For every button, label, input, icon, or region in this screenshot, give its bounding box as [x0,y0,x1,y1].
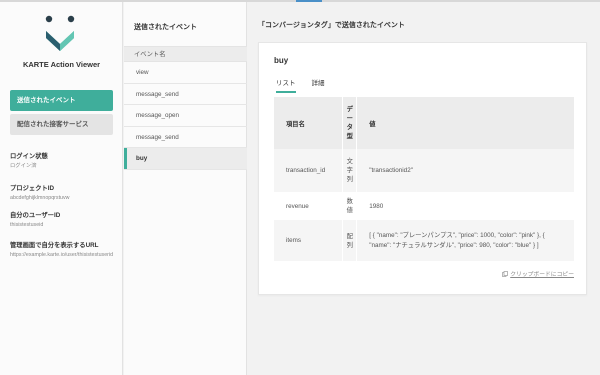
sidebar: KARTE Action Viewer 送信されたイベント 配信された接客サービ… [0,2,123,375]
tabs: リスト 詳細 [276,77,341,93]
cell-type-text: 文字列 [346,158,353,183]
karte-logo-icon [45,15,75,51]
events-panel: 送信されたイベント イベント名 view message_send messag… [124,2,247,375]
events-header: イベント名 [124,46,247,62]
project-id-value: abcdefghijklmnopqrstuvw [10,195,70,201]
event-item[interactable]: view [124,62,247,84]
admin-url: 管理画面で自分を表示するURL https://example.karte.io… [10,240,120,259]
cell-value: [ { "name": "プレーンパンプス", "price": 1000, "… [356,220,575,261]
user-id: 自分のユーザーID thisistestuseid [10,210,120,229]
header-name: 項目名 [274,97,344,149]
cell-name: revenue [274,192,344,220]
tab-detail[interactable]: 詳細 [312,77,325,93]
cell-type: 文字列 [342,149,358,192]
header-type: データ型 [342,97,358,149]
table-header-row: 項目名 データ型 値 [274,97,575,149]
user-id-value: thisistestuseid [10,222,44,228]
top-accent [296,0,322,2]
cell-value: "transactionid2" [356,149,575,192]
event-table: 項目名 データ型 値 transaction_id 文字列 "transacti… [274,97,575,261]
user-id-label: 自分のユーザーID [10,212,61,219]
event-item[interactable]: message_send [124,84,247,105]
tab-list[interactable]: リスト [276,77,296,93]
header-value: 値 [356,97,575,149]
event-item[interactable]: message_open [124,105,247,127]
table-row: transaction_id 文字列 "transactionid2" [274,149,575,192]
events-list: view message_send message_open message_s… [124,62,247,170]
event-detail-card: buy リスト 詳細 項目名 データ型 値 transaction_id 文字列… [258,42,587,295]
events-title: 送信されたイベント [134,24,197,31]
admin-url-value[interactable]: https://example.karte.io/user/thisistest… [10,251,120,259]
cell-name: items [274,220,344,261]
copy-label: クリップボードにコピー [510,272,574,278]
login-status-value: ログイン済 [10,163,37,169]
event-name: buy [274,56,289,65]
login-status: ログイン状態 ログイン済 [10,151,120,170]
event-item-selected[interactable]: buy [124,148,247,170]
project-id: プロジェクトID abcdefghijklmnopqrstuvw [10,183,120,202]
app-title: KARTE Action Viewer [22,60,101,69]
cell-type: 配列 [342,220,358,261]
cell-name: transaction_id [274,149,344,192]
nav-sent-events-button[interactable]: 送信されたイベント [10,90,113,111]
project-id-label: プロジェクトID [10,185,55,192]
nav-delivered-services-button[interactable]: 配信された接客サービス [10,114,113,135]
cell-type-text: 配列 [346,232,353,249]
cell-type-text: 数値 [346,198,353,214]
copy-to-clipboard-link[interactable]: クリップボードにコピー [502,269,574,278]
table-row: revenue 数値 1980 [274,192,575,220]
header-type-text: データ型 [346,106,353,140]
login-status-label: ログイン状態 [10,153,48,160]
main-title: 「コンバージョンタグ」で送信されたイベント [258,22,405,29]
event-item[interactable]: message_send [124,127,247,148]
copy-icon [502,270,509,277]
admin-url-label: 管理画面で自分を表示するURL [10,242,99,249]
cell-value: 1980 [356,192,575,220]
table-row: items 配列 [ { "name": "プレーンパンプス", "price"… [274,220,575,261]
cell-type: 数値 [342,192,358,220]
